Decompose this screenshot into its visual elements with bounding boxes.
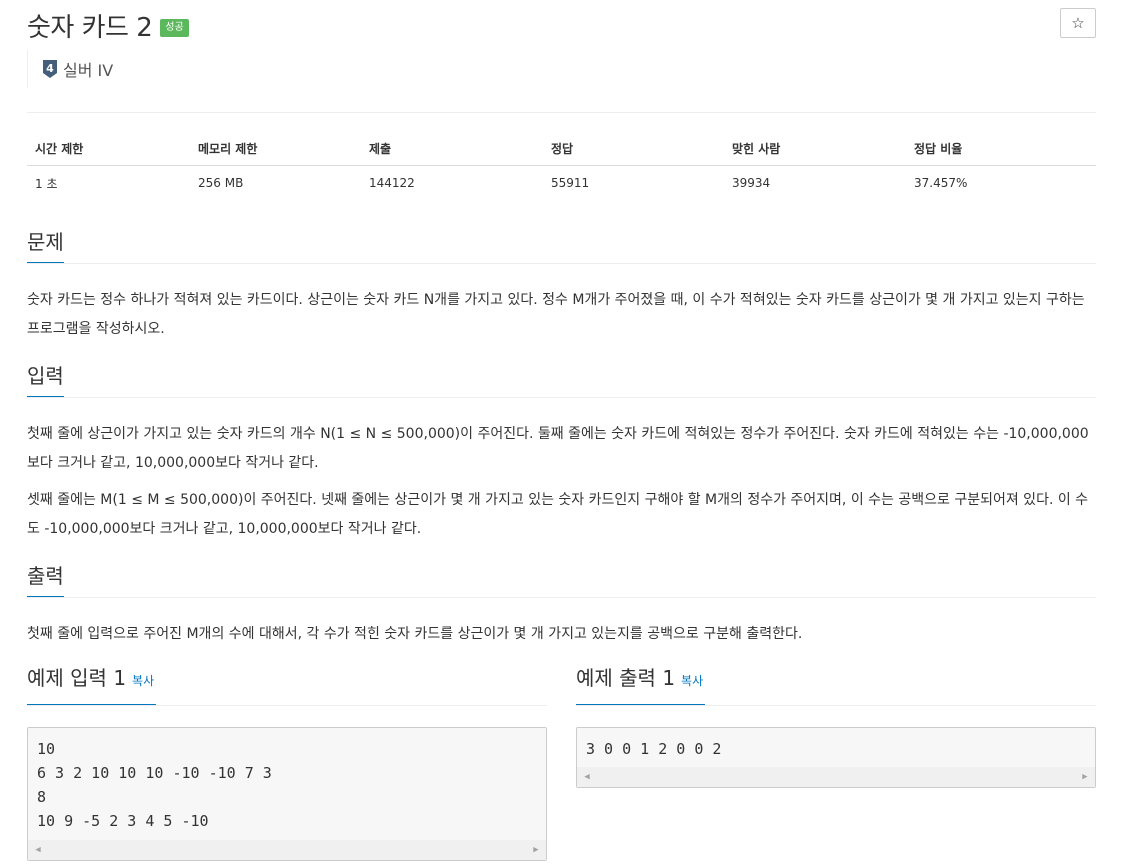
description-text: 숫자 카드는 정수 하나가 적혀져 있는 카드이다. 상근이는 숫자 카드 N개… [27,292,1085,337]
copy-input-button[interactable]: 복사 [132,674,154,688]
stats-value: 144122 [369,176,415,190]
stats-value: 1 초 [35,176,58,191]
star-button[interactable]: ☆ [1060,8,1096,38]
output-description: 첫째 줄에 입력으로 주어진 M개의 수에 대해서, 각 수가 적힌 숫자 카드… [27,626,803,642]
horizontal-scrollbar[interactable]: ◀ ▶ [577,767,1095,787]
scroll-left-icon[interactable]: ◀ [579,767,595,787]
output-heading-text: 출력 [27,561,64,597]
horizontal-scrollbar[interactable]: ◀ ▶ [28,840,546,860]
problem-title: 숫자 카드 2 [27,12,153,43]
stats-table: 시간 제한 메모리 제한 제출 정답 맞힌 사람 정답 비율 1 초 256 M… [27,132,1096,200]
stats-header-row: 시간 제한 메모리 제한 제출 정답 맞힌 사람 정답 비율 [27,132,1096,166]
description-heading: 문제 [27,227,1096,264]
description-heading-text: 문제 [27,227,64,263]
problem-title-row: 숫자 카드 2 성공 [27,8,189,43]
input-description-1: 첫째 줄에 상근이가 가지고 있는 숫자 카드의 개수 N(1 ≤ N ≤ 50… [27,426,1089,471]
stats-header: 시간 제한 [35,142,84,156]
sample-input-code: 10 6 3 2 10 10 10 -10 -10 7 3 8 10 9 -5 … [37,740,272,830]
stats-header: 제출 [369,142,392,156]
stats-value: 39934 [732,176,771,190]
tier-info: 4 실버 IV [27,50,113,88]
sample-output-code: 3 0 0 1 2 0 0 2 [586,740,722,758]
tier-label: 실버 IV [63,61,114,80]
stats-header: 정답 [551,142,574,156]
copy-output-button[interactable]: 복사 [681,674,703,688]
stats-value: 256 MB [198,176,244,190]
star-icon: ☆ [1071,14,1085,32]
sample-output-title: 예제 출력 1 [576,666,676,690]
scroll-left-icon[interactable]: ◀ [30,840,46,860]
stats-value: 55911 [551,176,590,190]
output-heading: 출력 [27,561,1096,598]
sample-input-box: 10 6 3 2 10 10 10 -10 -10 7 3 8 10 9 -5 … [27,727,547,861]
svg-text:4: 4 [46,62,54,75]
stats-header: 메모리 제한 [198,142,258,156]
sample-input-title: 예제 입력 1 [27,666,127,690]
sample-input-heading-text: 예제 입력 1 복사 [27,663,157,705]
sample-output-box: 3 0 0 1 2 0 0 2 ◀ ▶ [576,727,1096,788]
tier-badge-icon: 4 [43,60,57,78]
stats-value-row: 1 초 256 MB 144122 55911 39934 37.457% [27,166,1096,200]
stats-value: 37.457% [914,176,968,190]
sample-output-heading: 예제 출력 1 복사 [576,663,1096,706]
divider [27,112,1096,113]
input-heading-text: 입력 [27,361,64,397]
scroll-right-icon[interactable]: ▶ [1077,767,1093,787]
status-badge: 성공 [160,19,189,37]
sample-output-heading-text: 예제 출력 1 복사 [576,663,706,705]
input-description-2: 셋째 줄에는 M(1 ≤ M ≤ 500,000)이 주어진다. 넷째 줄에는 … [27,492,1089,537]
sample-input-heading: 예제 입력 1 복사 [27,663,547,706]
scroll-right-icon[interactable]: ▶ [528,840,544,860]
input-heading: 입력 [27,361,1096,398]
stats-header: 정답 비율 [914,142,963,156]
stats-header: 맞힌 사람 [732,142,781,156]
